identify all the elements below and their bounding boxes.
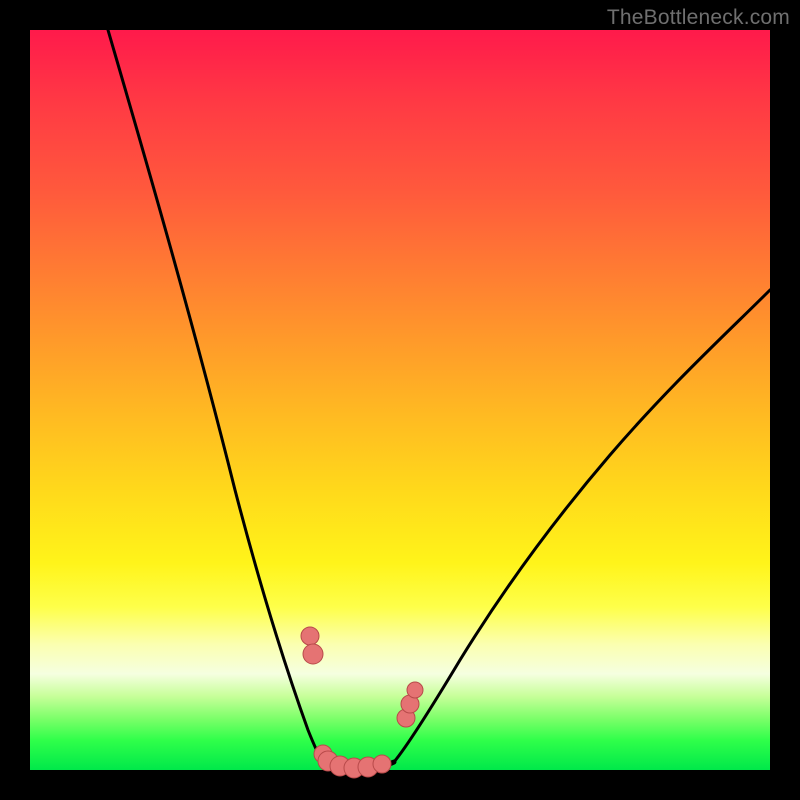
- markers-group: [301, 627, 423, 778]
- data-marker: [373, 755, 391, 773]
- plot-area: [30, 30, 770, 770]
- outer-frame: TheBottleneck.com: [0, 0, 800, 800]
- watermark-text: TheBottleneck.com: [607, 6, 790, 30]
- left-curve: [108, 30, 323, 762]
- chart-svg: [30, 30, 770, 770]
- data-marker: [407, 682, 423, 698]
- data-marker: [301, 627, 319, 645]
- right-curve: [394, 290, 770, 762]
- data-marker: [303, 644, 323, 664]
